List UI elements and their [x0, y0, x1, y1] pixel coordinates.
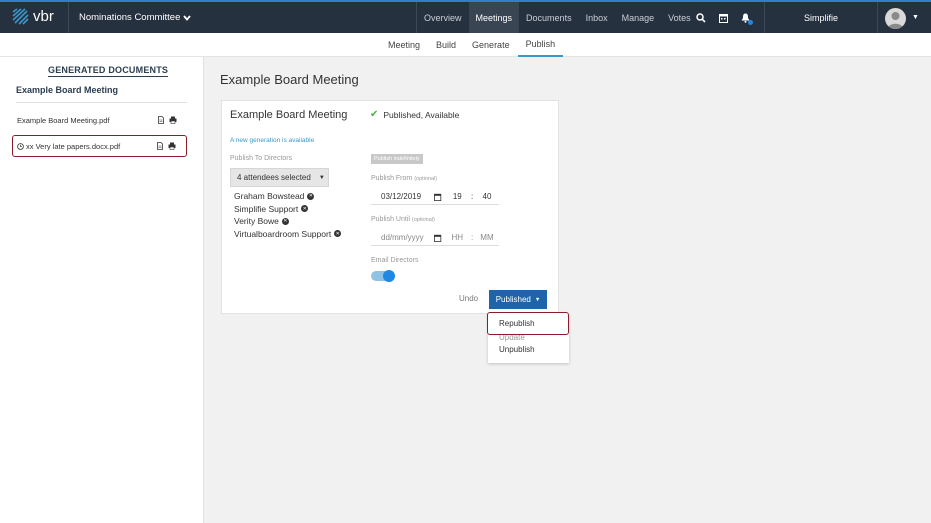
attendee-name: Virtualboardroom Support: [234, 228, 332, 239]
sub-navbar: Meeting Build Generate Publish: [0, 33, 931, 57]
user-avatar-icon: [888, 12, 903, 29]
publish-until-field[interactable]: dd/mm/yyyy HH : MM: [371, 230, 499, 246]
caret-down-icon: ▼: [318, 174, 325, 181]
page-title: Example Board Meeting: [220, 72, 359, 87]
top-navbar: vbr Nominations Committee Overview Meeti…: [0, 0, 931, 33]
vbr-logo[interactable]: vbr: [12, 8, 54, 25]
bell-icon[interactable]: [740, 13, 753, 25]
status-text: Published, Available: [383, 109, 460, 120]
vbr-logo-icon: [12, 8, 29, 25]
nav-overview[interactable]: Overview: [417, 2, 469, 33]
undo-button[interactable]: Undo: [459, 294, 478, 303]
remove-icon[interactable]: ✕: [301, 205, 309, 213]
publish-from-field[interactable]: 03/12/2019 19 : 40: [371, 189, 499, 205]
caret-down-icon: ▼: [534, 296, 541, 303]
publish-from-minute[interactable]: 40: [475, 192, 499, 201]
publish-until-label: Publish Until (optional): [371, 216, 435, 223]
attendee-item: Verity Bowe ✕: [234, 215, 341, 228]
email-directors-toggle[interactable]: [371, 270, 395, 282]
nav-documents[interactable]: Documents: [519, 2, 579, 33]
republish-highlight: [487, 312, 569, 335]
check-icon: ✔: [370, 109, 379, 120]
document-name[interactable]: Example Board Meeting.pdf: [12, 116, 157, 125]
sidebar-meeting-name: Example Board Meeting: [16, 85, 187, 103]
clock-icon: [17, 142, 24, 150]
attendee-name: Verity Bowe: [234, 216, 279, 227]
menu-item-unpublish[interactable]: Unpublish: [499, 345, 535, 354]
document-name[interactable]: xx Very late papers.docx.pdf: [24, 142, 156, 151]
published-dropdown-button[interactable]: Published ▼: [489, 290, 547, 309]
caret-down-icon[interactable]: ▼: [912, 14, 920, 22]
generated-documents-sidebar: GENERATED DOCUMENTS Example Board Meetin…: [0, 57, 204, 523]
card-title: Example Board Meeting: [230, 109, 348, 121]
publish-until-minute[interactable]: MM: [475, 233, 499, 242]
attendee-name: Graham Bowstead: [234, 191, 305, 202]
publish-status: ✔ Published, Available: [370, 109, 459, 120]
document-row[interactable]: Example Board Meeting.pdf: [12, 109, 187, 131]
calendar-icon[interactable]: [718, 13, 728, 23]
tab-build[interactable]: Build: [428, 33, 464, 57]
attendees-dropdown[interactable]: 4 attendees selected ▼: [230, 168, 329, 187]
publish-until-date[interactable]: dd/mm/yyyy: [371, 233, 424, 242]
calendar-icon[interactable]: [433, 234, 442, 242]
tab-publish[interactable]: Publish: [517, 33, 564, 57]
committee-selector[interactable]: Nominations Committee: [68, 2, 192, 33]
chevron-down-icon: [183, 14, 192, 21]
avatar[interactable]: [885, 8, 906, 29]
search-icon[interactable]: [696, 12, 706, 23]
nav-votes[interactable]: Votes: [661, 2, 698, 33]
publish-to-label: Publish To Directors: [230, 155, 293, 162]
tab-generate[interactable]: Generate: [464, 33, 518, 57]
publish-from-label: Publish From (optional): [371, 175, 438, 182]
print-icon[interactable]: [169, 116, 177, 124]
user-menu[interactable]: Simplifie: [764, 2, 878, 33]
document-icon[interactable]: [157, 116, 165, 124]
nav-meetings[interactable]: Meetings: [468, 2, 520, 33]
remove-icon[interactable]: ✕: [334, 230, 342, 238]
notification-dot: [748, 19, 753, 25]
attendee-item: Virtualboardroom Support ✕: [234, 228, 342, 241]
toolbar-icons: [696, 2, 753, 33]
print-icon[interactable]: [168, 142, 176, 150]
email-directors-label: Email Directors: [371, 257, 419, 264]
committee-name: Nominations Committee: [79, 12, 181, 23]
attendee-item: Graham Bowstead ✕: [234, 190, 341, 203]
toggle-knob: [383, 270, 395, 282]
publish-until-hour[interactable]: HH: [445, 233, 469, 242]
publish-card: Example Board Meeting ✔ Published, Avail…: [221, 100, 559, 314]
attendee-item: Simplifie Support ✕: [234, 203, 341, 216]
publish-from-date[interactable]: 03/12/2019: [371, 192, 421, 201]
attendees-dropdown-label: 4 attendees selected: [237, 173, 311, 182]
logo-text: vbr: [33, 8, 54, 25]
publish-from-hour[interactable]: 19: [445, 192, 469, 201]
main-nav: Overview Meetings Documents Inbox Manage…: [416, 2, 698, 33]
tab-meeting[interactable]: Meeting: [380, 33, 428, 57]
sidebar-title: GENERATED DOCUMENTS: [48, 65, 169, 77]
document-row-highlighted[interactable]: xx Very late papers.docx.pdf: [12, 135, 187, 157]
calendar-icon[interactable]: [433, 193, 442, 201]
remove-icon[interactable]: ✕: [307, 192, 315, 200]
nav-inbox[interactable]: Inbox: [579, 2, 615, 33]
publish-indefinitely-button[interactable]: Publish indefinitely: [371, 154, 423, 164]
remove-icon[interactable]: ✕: [281, 217, 289, 225]
user-name: Simplifie: [803, 12, 838, 23]
new-generation-link[interactable]: A new generation is available: [230, 137, 314, 144]
published-button-label: Published: [495, 295, 531, 304]
attendee-list: Graham Bowstead ✕ Simplifie Support ✕ Veri…: [234, 190, 342, 241]
document-icon[interactable]: [156, 142, 164, 150]
nav-manage[interactable]: Manage: [615, 2, 662, 33]
attendee-name: Simplifie Support: [234, 203, 299, 214]
